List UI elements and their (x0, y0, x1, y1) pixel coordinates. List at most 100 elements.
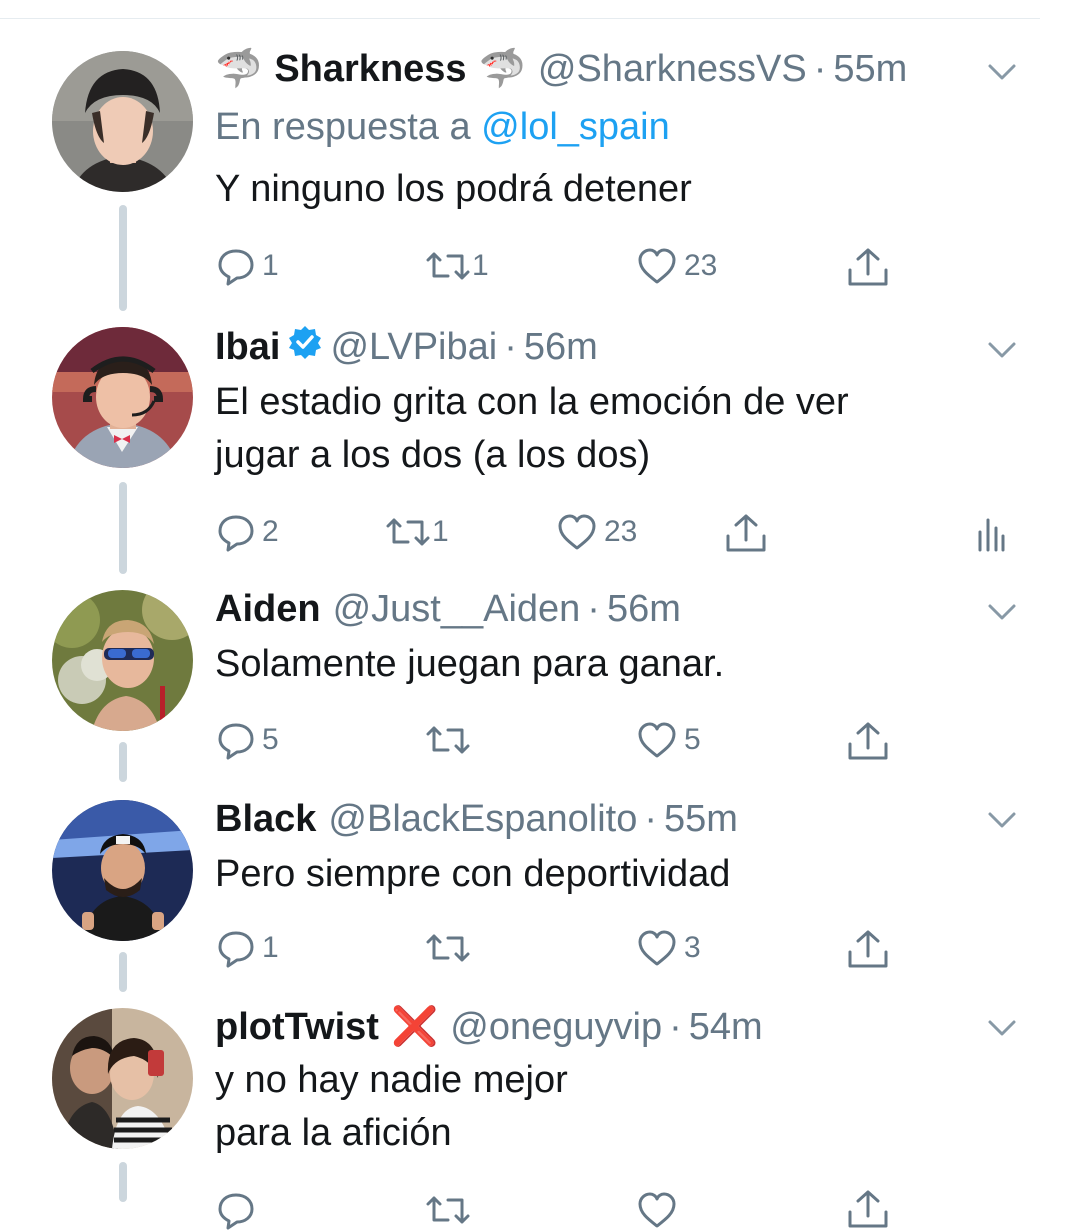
avatar[interactable] (52, 800, 193, 941)
share-action[interactable] (846, 1188, 890, 1230)
share-icon (726, 514, 766, 552)
reply-action[interactable]: 1 (216, 928, 279, 968)
analytics-action[interactable] (976, 514, 1006, 554)
tweet-text: Pero siempre con deportividad (215, 853, 731, 895)
tweet-text-line: para la afición (215, 1112, 452, 1154)
like-action[interactable] (636, 1190, 678, 1230)
display-name[interactable]: Ibai (215, 326, 280, 369)
share-icon (848, 930, 888, 968)
analytics-icon (978, 518, 1005, 552)
tweet-header: plotTwist ❌ @oneguyvip · 54m (215, 1004, 763, 1050)
share-action[interactable] (846, 720, 890, 762)
retweet-icon (426, 934, 470, 962)
verified-icon (289, 326, 322, 359)
chevron-down-icon[interactable] (987, 602, 1017, 622)
reply-count: 2 (262, 515, 279, 548)
tweet-text-line: jugar a los dos (a los dos) (215, 434, 651, 476)
reply-action[interactable]: 5 (216, 720, 279, 760)
like-action[interactable]: 3 (636, 928, 701, 968)
share-action[interactable] (724, 512, 768, 554)
share-icon (848, 722, 888, 760)
reply-action[interactable]: 1 (216, 246, 279, 286)
share-icon (848, 1190, 888, 1228)
retweet-action[interactable] (424, 928, 472, 968)
reply-icon (218, 723, 254, 760)
heart-icon (638, 1192, 676, 1228)
tweet-header: 🦈 Sharkness 🦈 @SharknessVS · 55m (215, 46, 907, 92)
shark-emoji: 🦈 (215, 48, 263, 90)
heart-icon (638, 722, 676, 758)
avatar[interactable] (52, 51, 193, 192)
thread-connector (119, 205, 127, 311)
timestamp[interactable]: 56m (524, 326, 598, 369)
reply-action[interactable]: 2 (216, 512, 279, 552)
verified-badge (288, 325, 322, 369)
retweet-count: 1 (432, 515, 449, 548)
tweet-text: El estadio grita con la emoción de ver j… (215, 376, 1015, 482)
avatar[interactable] (52, 327, 193, 468)
retweet-icon (426, 726, 470, 754)
avatar[interactable] (52, 1008, 193, 1149)
display-name[interactable]: Aiden (215, 588, 321, 631)
timestamp[interactable]: 55m (833, 48, 907, 91)
reply-count: 1 (262, 249, 279, 282)
tweet-text-line: El estadio grita con la emoción de ver (215, 381, 849, 423)
heart-icon (638, 248, 676, 284)
shark-emoji: 🦈 (478, 48, 526, 90)
display-name[interactable]: Black (215, 798, 316, 841)
like-action[interactable]: 23 (556, 512, 637, 552)
reply-icon (218, 931, 254, 968)
tweet-header: Black @BlackEspanolito · 55m (215, 796, 738, 842)
retweet-action[interactable] (424, 720, 472, 760)
tweet-text-line: y no hay nadie mejor (215, 1059, 568, 1101)
user-handle[interactable]: @SharknessVS (538, 48, 807, 91)
retweet-action[interactable] (424, 1190, 472, 1230)
user-handle[interactable]: @Just__Aiden (333, 588, 581, 631)
heart-icon (558, 514, 596, 550)
timestamp[interactable]: 55m (664, 798, 738, 841)
reply-icon (218, 1193, 254, 1230)
reply-context: En respuesta a @lol_spain (215, 106, 670, 149)
retweet-count: 1 (472, 249, 489, 282)
display-name[interactable]: plotTwist (215, 1006, 379, 1049)
chevron-down-icon[interactable] (987, 1018, 1017, 1038)
user-handle[interactable]: @LVPibai (330, 326, 497, 369)
share-icon (848, 248, 888, 286)
like-action[interactable]: 5 (636, 720, 701, 760)
cross-mark-emoji: ❌ (390, 1006, 439, 1048)
reply-action[interactable] (216, 1190, 256, 1230)
like-count: 23 (604, 515, 638, 548)
like-action[interactable]: 23 (636, 246, 717, 286)
tweet-header: Aiden @Just__Aiden · 56m (215, 586, 681, 632)
chevron-down-icon[interactable] (987, 810, 1017, 830)
separator-dot: · (669, 1005, 682, 1048)
share-action[interactable] (846, 928, 890, 970)
like-count: 23 (684, 249, 718, 282)
thread-connector (119, 482, 127, 574)
timestamp[interactable]: 56m (607, 588, 681, 631)
retweet-action[interactable]: 1 (384, 512, 449, 552)
reply-mention-link[interactable]: @lol_spain (481, 106, 670, 148)
tweet-text: Solamente juegan para ganar. (215, 643, 725, 685)
timestamp[interactable]: 54m (689, 1006, 763, 1049)
thread-connector (119, 742, 127, 782)
avatar[interactable] (52, 590, 193, 731)
separator-dot: · (644, 797, 658, 840)
like-count: 5 (684, 723, 701, 756)
separator-dot: · (504, 325, 517, 368)
reply-count: 1 (262, 931, 279, 964)
chevron-down-icon[interactable] (987, 62, 1017, 82)
user-handle[interactable]: @BlackEspanolito (328, 798, 637, 841)
reply-icon (218, 249, 254, 286)
user-handle[interactable]: @oneguyvip (450, 1006, 662, 1049)
retweet-icon (426, 252, 470, 280)
chevron-down-icon[interactable] (987, 340, 1017, 360)
retweet-icon (426, 1196, 470, 1224)
share-action[interactable] (846, 246, 890, 288)
separator-dot: · (813, 47, 827, 90)
tweet-text: y no hay nadie mejor para la afición (215, 1054, 1015, 1160)
display-name[interactable]: Sharkness (274, 48, 466, 91)
retweet-action[interactable]: 1 (424, 246, 489, 286)
heart-icon (638, 930, 676, 966)
thread-connector (119, 952, 127, 992)
